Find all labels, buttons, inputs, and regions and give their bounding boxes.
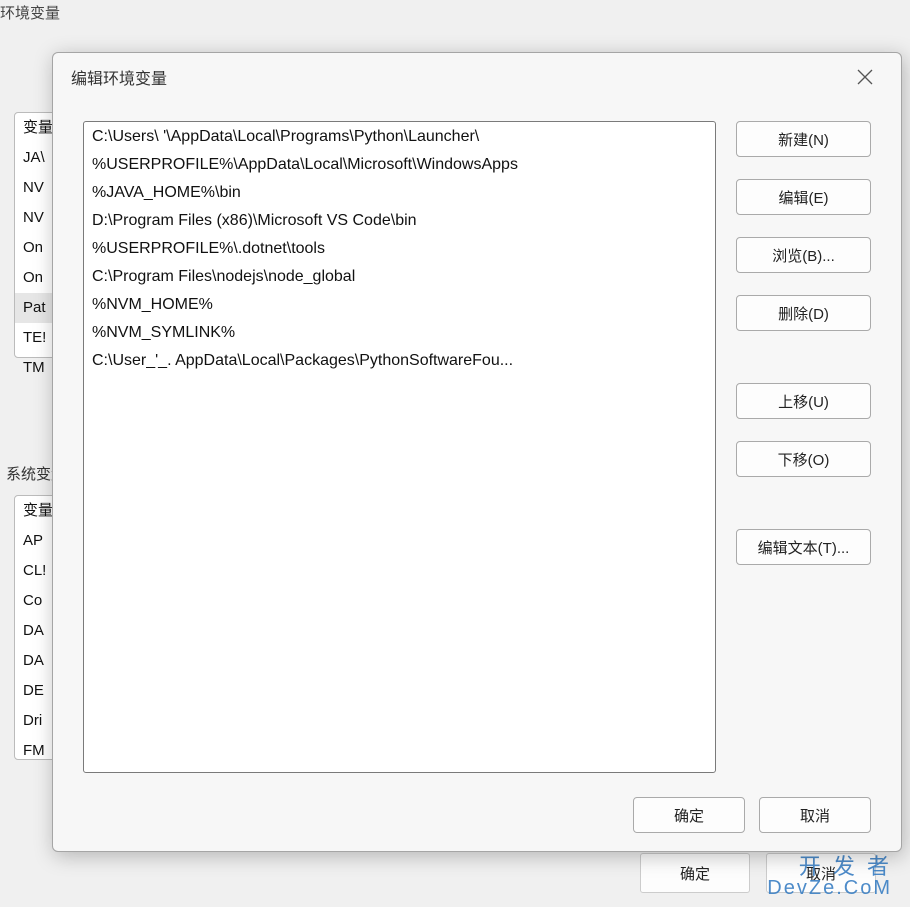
path-item[interactable]: C:\Program Files\nodejs\node_global [84,262,715,290]
watermark-line2: DevZe.CoM [767,878,892,899]
side-button-group: 新建(N) 编辑(E) 浏览(B)... 删除(D) 上移(U) 下移(O) 编… [736,121,871,773]
move-down-button[interactable]: 下移(O) [736,441,871,477]
dialog-body: C:\Users\ '\AppData\Local\Programs\Pytho… [53,101,901,851]
path-listbox[interactable]: C:\Users\ '\AppData\Local\Programs\Pytho… [83,121,716,773]
browse-button[interactable]: 浏览(B)... [736,237,871,273]
watermark-line1: 开 发 者 [767,855,892,878]
dialog-titlebar: 编辑环境变量 [53,53,901,101]
path-item[interactable]: %USERPROFILE%\.dotnet\tools [84,234,715,262]
dialog-footer: 确定 取消 [83,797,871,833]
path-item[interactable]: %NVM_SYMLINK% [84,318,715,346]
bg-ok-button[interactable]: 确定 [640,853,750,893]
path-item[interactable]: %NVM_HOME% [84,290,715,318]
path-item[interactable]: D:\Program Files (x86)\Microsoft VS Code… [84,206,715,234]
dialog-content: C:\Users\ '\AppData\Local\Programs\Pytho… [83,121,871,773]
edit-env-var-dialog: 编辑环境变量 C:\Users\ '\AppData\Local\Program… [52,52,902,852]
watermark: 开 发 者 DevZe.CoM [767,855,892,899]
path-item[interactable]: %USERPROFILE%\AppData\Local\Microsoft\Wi… [84,150,715,178]
path-item[interactable]: C:\Users\ '\AppData\Local\Programs\Pytho… [84,122,715,150]
close-icon[interactable] [847,59,883,95]
edit-button[interactable]: 编辑(E) [736,179,871,215]
move-up-button[interactable]: 上移(U) [736,383,871,419]
dialog-title: 编辑环境变量 [71,65,167,89]
edit-text-button[interactable]: 编辑文本(T)... [736,529,871,565]
cancel-button[interactable]: 取消 [759,797,871,833]
bg-window-title: 环境变量 [0,0,60,25]
ok-button[interactable]: 确定 [633,797,745,833]
path-item[interactable]: %JAVA_HOME%\bin [84,178,715,206]
delete-button[interactable]: 删除(D) [736,295,871,331]
path-item[interactable]: C:\User_'_. AppData\Local\Packages\Pytho… [84,346,715,374]
new-button[interactable]: 新建(N) [736,121,871,157]
